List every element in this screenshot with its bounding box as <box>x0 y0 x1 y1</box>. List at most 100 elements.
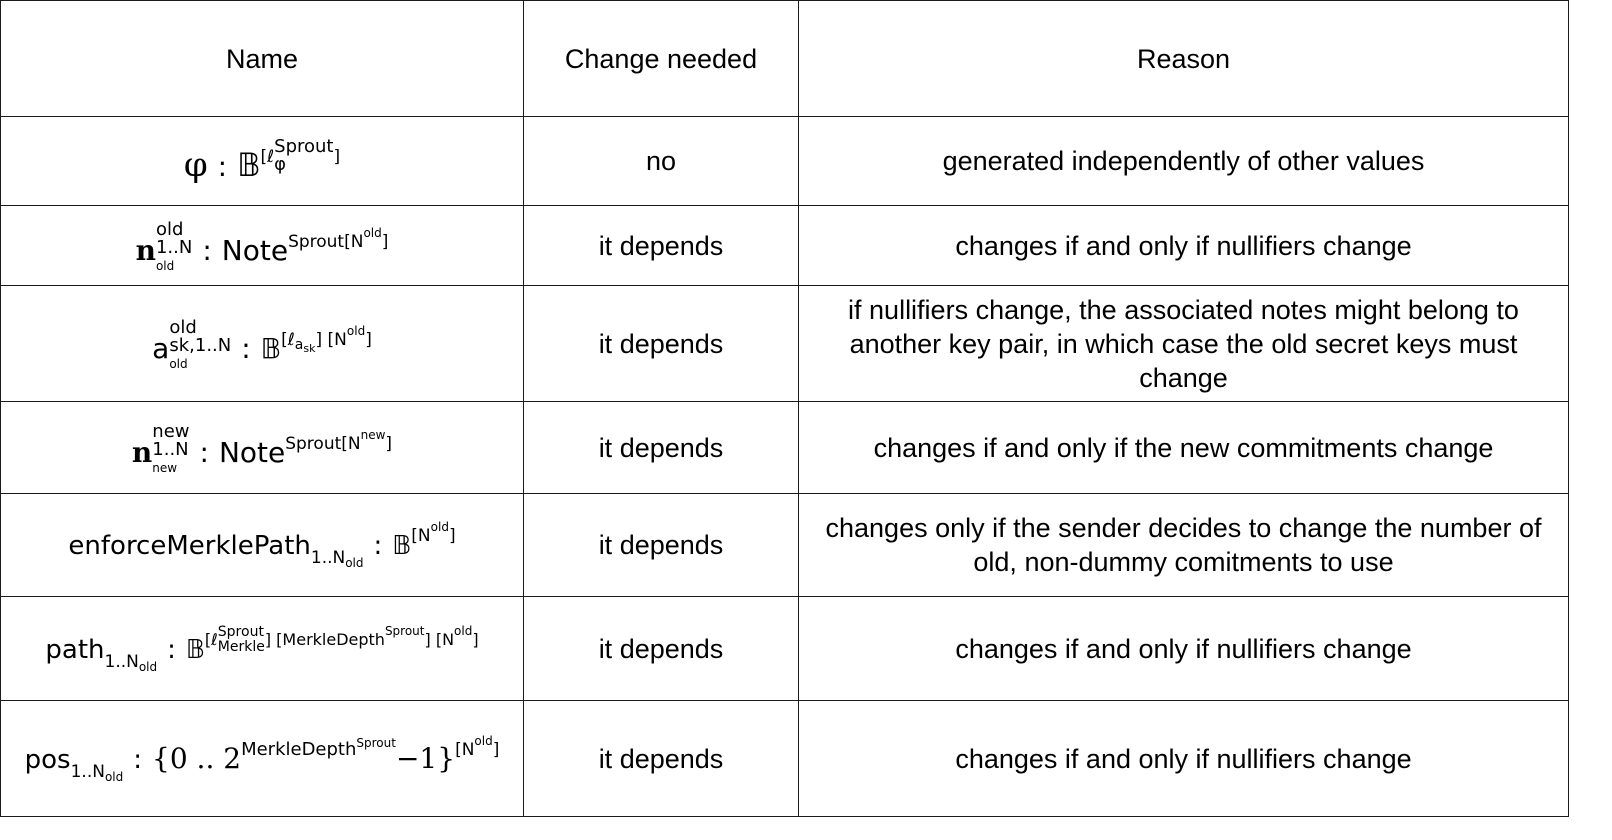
colon: : <box>373 531 383 561</box>
table-row: n old 1..N old: NoteSprout[Nold] it depends … <box>0 205 1569 286</box>
colon: : <box>199 436 209 469</box>
sup-mid: ] [MerkleDepth <box>264 629 385 649</box>
sup-new: new <box>360 428 386 442</box>
symbol-sub: 1..N <box>155 237 193 258</box>
sup-old: old <box>346 324 366 338</box>
symbol-sub-sup: old <box>138 659 158 674</box>
symbol: n <box>135 234 156 267</box>
type: 𝔹 <box>392 531 412 561</box>
changes-table: Name Change needed Reason φ: 𝔹[ℓ Sprout φ] … <box>0 0 1569 817</box>
name-formula: n old 1..N old: NoteSprout[Nold] <box>135 221 389 274</box>
sup-old: old <box>454 623 473 638</box>
symbol-sub: 1..N <box>104 651 139 672</box>
symbol: a <box>152 332 170 365</box>
reason-cell: changes if and only if the new commitmen… <box>798 401 1569 494</box>
table-row: pos1..Nold: {0 .. 2MerkleDepthSprout−1}[N… <box>0 700 1569 817</box>
reason-cell: changes if and only if nullifiers change <box>798 205 1569 286</box>
sup-old: old <box>430 520 449 534</box>
reason-cell: changes if and only if nullifiers change <box>798 596 1569 701</box>
sup-old: old <box>363 226 382 240</box>
colon: : <box>202 234 212 267</box>
name-formula: path1..Nold: 𝔹[ℓ Sprout Merkle] [MerkleDept… <box>45 624 478 674</box>
name-formula: enforceMerklePath1..Nold: 𝔹[Nold] <box>68 520 455 570</box>
sup-close: ] <box>381 232 389 252</box>
type: 𝔹 <box>185 634 205 665</box>
name-formula: a old sk,1..N old: 𝔹[ℓask] [Nold] <box>152 319 372 372</box>
sup: Sprout[N <box>288 232 364 252</box>
table-row: n new 1..N new: NoteSprout[Nnew] it depends … <box>0 401 1569 494</box>
colon: : <box>241 332 251 365</box>
symbol-sub-sup: old <box>169 357 188 371</box>
change-cell: no <box>523 116 799 206</box>
sup-close: ] <box>333 147 341 167</box>
header-name: Name <box>0 0 524 117</box>
page: Name Change needed Reason φ: 𝔹[ℓ Sprout φ] … <box>0 0 1612 840</box>
colon: : <box>167 634 176 665</box>
reason-cell: changes only if the sender decides to ch… <box>798 493 1569 597</box>
name-formula: φ: 𝔹[ℓ Sprout φ] <box>184 138 341 184</box>
sup: Sprout[N <box>285 434 361 454</box>
change-cell: it depends <box>523 700 799 817</box>
sup-open: [ℓ <box>204 629 218 649</box>
sup-sprout: Sprout <box>384 623 425 638</box>
name-cell: a old sk,1..N old: 𝔹[ℓask] [Nold] <box>0 285 524 402</box>
header-change-needed: Change needed <box>523 0 799 117</box>
symbol-sub: 1..N <box>152 439 189 460</box>
table-row: φ: 𝔹[ℓ Sprout φ] no generated independently… <box>0 116 1569 206</box>
sup-open: [N <box>455 739 475 760</box>
change-cell: it depends <box>523 401 799 494</box>
symbol-sub-sup: old <box>345 556 364 570</box>
type: 𝔹 <box>237 146 261 184</box>
name-cell: path1..Nold: 𝔹[ℓ Sprout Merkle] [MerkleDept… <box>0 596 524 701</box>
change-cell: it depends <box>523 285 799 402</box>
symbol-sub-sup: old <box>104 769 124 784</box>
sup-old: old <box>474 733 493 748</box>
sup-sub: φ <box>274 154 287 175</box>
sup-close: ] <box>385 434 393 454</box>
change-cell: it depends <box>523 205 799 286</box>
table-row: enforceMerklePath1..Nold: 𝔹[Nold] it depe… <box>0 493 1569 597</box>
symbol-sub-sup: new <box>152 461 178 475</box>
sup-stack-bottom: Merkle <box>217 638 265 655</box>
reason-cell: generated independently of other values <box>798 116 1569 206</box>
sup-close: ] <box>448 526 456 546</box>
range-close: −1} <box>395 741 456 775</box>
symbol: enforceMerklePath <box>68 531 311 561</box>
symbol-sub: sk,1..N <box>169 335 232 356</box>
sup-mid: ] [N <box>315 330 347 350</box>
sup-stack-top: Sprout <box>217 623 264 640</box>
symbol: path <box>45 634 105 665</box>
reason-cell: changes if and only if nullifiers change <box>798 700 1569 817</box>
symbol: φ <box>183 145 208 185</box>
name-cell: φ: 𝔹[ℓ Sprout φ] <box>0 116 524 206</box>
range-open: {0 .. 2 <box>152 741 242 775</box>
sup-open: [ℓ <box>260 147 275 167</box>
sup-close: ] <box>472 629 479 649</box>
sup-close: ] <box>492 739 500 760</box>
change-cell: it depends <box>523 596 799 701</box>
header-reason: Reason <box>798 0 1569 117</box>
reason-cell: if nullifiers change, the associated not… <box>798 285 1569 402</box>
symbol-sub-sup: old <box>155 259 175 273</box>
symbol: pos <box>24 744 71 775</box>
name-cell: n new 1..N new: NoteSprout[Nnew] <box>0 401 524 494</box>
symbol-sub: 1..N <box>70 761 105 782</box>
symbol: n <box>131 436 153 469</box>
name-cell: enforceMerklePath1..Nold: 𝔹[Nold] <box>0 493 524 597</box>
type: Note <box>221 234 289 267</box>
name-cell: pos1..Nold: {0 .. 2MerkleDepthSprout−1}[N… <box>0 700 524 817</box>
header-row: Name Change needed Reason <box>0 0 1569 117</box>
type: 𝔹 <box>260 332 282 365</box>
symbol-sub: 1..N <box>310 548 346 568</box>
colon: : <box>133 744 143 775</box>
exponent: MerkleDepth <box>241 738 357 760</box>
sup-mid2: ] [N <box>424 629 455 649</box>
sup-close: ] <box>365 330 372 350</box>
type: Note <box>218 436 286 469</box>
exponent-sup: Sprout <box>356 735 396 750</box>
colon: : <box>217 150 228 183</box>
table-row: a old sk,1..N old: 𝔹[ℓask] [Nold] it depends… <box>0 285 1569 402</box>
name-formula: pos1..Nold: {0 .. 2MerkleDepthSprout−1}[N… <box>24 734 500 784</box>
name-cell: n old 1..N old: NoteSprout[Nold] <box>0 205 524 286</box>
sup-open: [ℓ <box>281 330 295 350</box>
